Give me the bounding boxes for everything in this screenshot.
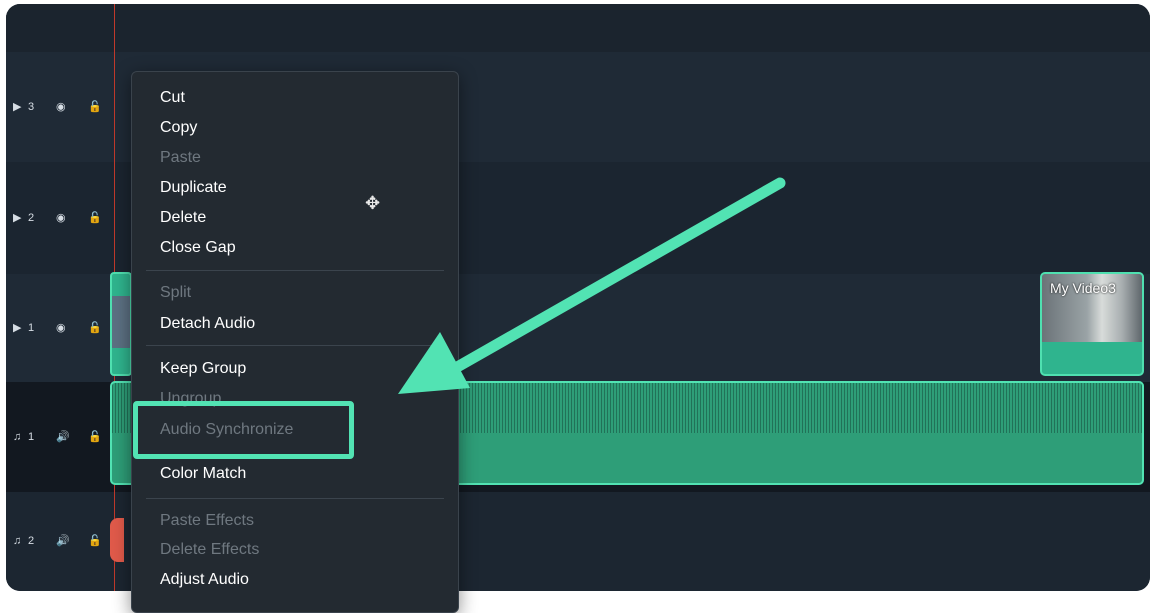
track-controls: ♫ 2 🔊 🔓 bbox=[6, 492, 114, 591]
menu-item-copy[interactable]: Copy bbox=[160, 119, 197, 137]
menu-item-adjust-audio[interactable]: Adjust Audio bbox=[160, 571, 249, 589]
audio-clip-marker[interactable] bbox=[110, 518, 124, 562]
video-clip-left[interactable] bbox=[110, 272, 132, 376]
lock-icon[interactable]: 🔓 bbox=[88, 212, 102, 224]
track-controls: ♫ 1 🔊 🔓 bbox=[6, 382, 114, 492]
track-number: 1 bbox=[28, 321, 35, 334]
track-number: 2 bbox=[28, 211, 35, 224]
menu-separator bbox=[146, 270, 444, 271]
menu-item-delete-effects[interactable]: Delete Effects bbox=[160, 541, 259, 559]
video-track-icon: ▶ bbox=[13, 211, 22, 224]
menu-item-split[interactable]: Split bbox=[160, 284, 191, 302]
menu-item-cut[interactable]: Cut bbox=[160, 89, 185, 107]
track-number: 3 bbox=[28, 100, 35, 113]
clip-title: My Video3 bbox=[1050, 280, 1116, 296]
lock-icon[interactable]: 🔓 bbox=[88, 431, 102, 443]
audio-synchronize-highlight bbox=[133, 401, 354, 459]
menu-item-keep-group[interactable]: Keep Group bbox=[160, 360, 246, 378]
menu-item-detach-audio[interactable]: Detach Audio bbox=[160, 315, 255, 333]
lock-icon[interactable]: 🔓 bbox=[88, 101, 102, 113]
track-controls: ▶ 2 ◉ 🔓 bbox=[6, 162, 114, 274]
track-controls: ▶ 3 ◉ 🔓 bbox=[6, 52, 114, 162]
menu-item-delete[interactable]: Delete bbox=[160, 209, 206, 227]
menu-separator bbox=[146, 345, 444, 346]
menu-item-close-gap[interactable]: Close Gap bbox=[160, 239, 236, 257]
eye-icon[interactable]: ◉ bbox=[56, 322, 66, 334]
music-note-icon: ♫ bbox=[13, 430, 22, 443]
eye-icon[interactable]: ◉ bbox=[56, 212, 66, 224]
track-number: 1 bbox=[28, 430, 35, 443]
lock-icon[interactable]: 🔓 bbox=[88, 536, 102, 547]
music-note-icon: ♫ bbox=[13, 535, 22, 547]
eye-icon[interactable]: ◉ bbox=[56, 101, 66, 113]
speaker-icon[interactable]: 🔊 bbox=[56, 431, 70, 443]
clip-thumbnail bbox=[112, 296, 130, 348]
timeline-ruler-area bbox=[6, 4, 1150, 52]
track-number: 2 bbox=[28, 535, 35, 547]
move-cursor-icon: ✥ bbox=[365, 193, 381, 213]
menu-item-duplicate[interactable]: Duplicate bbox=[160, 179, 227, 197]
menu-item-color-match[interactable]: Color Match bbox=[160, 465, 246, 483]
video-clip-right[interactable]: My Video3 bbox=[1040, 272, 1144, 376]
lock-icon[interactable]: 🔓 bbox=[88, 322, 102, 334]
track-controls: ▶ 1 ◉ 🔓 bbox=[6, 274, 114, 382]
video-track-icon: ▶ bbox=[13, 321, 22, 334]
menu-separator bbox=[146, 498, 444, 499]
menu-item-paste[interactable]: Paste bbox=[160, 149, 201, 167]
video-track-icon: ▶ bbox=[13, 100, 22, 113]
menu-item-paste-effects[interactable]: Paste Effects bbox=[160, 512, 254, 530]
speaker-icon[interactable]: 🔊 bbox=[56, 536, 70, 547]
context-menu: Cut Copy Paste Duplicate Delete Close Ga… bbox=[131, 71, 459, 613]
